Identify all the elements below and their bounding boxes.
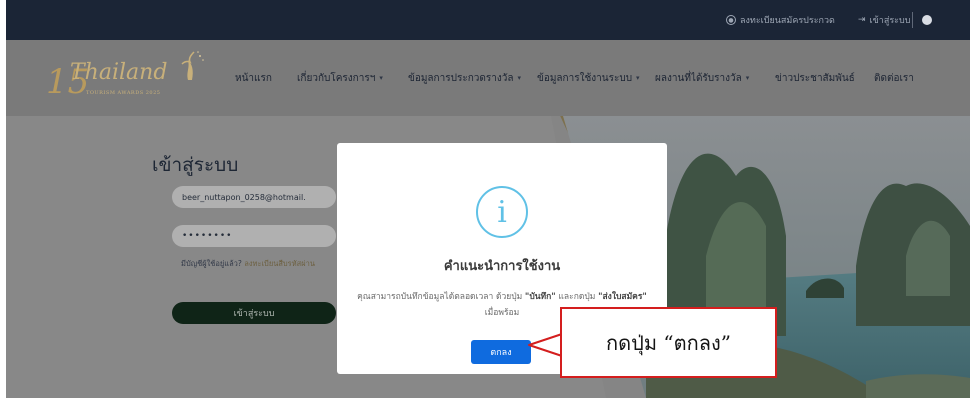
nav-item-award-info[interactable]: ข้อมูลการประกวดรางวัล ▾ — [408, 40, 521, 116]
forgot-password-link[interactable]: ลงทะเบียนสืบรหัสผ่าน — [244, 259, 315, 268]
nav-item-about[interactable]: เกี่ยวกับโครงการฯ ▾ — [297, 40, 383, 116]
nav-item-label: ติดต่อเรา — [874, 72, 914, 84]
app-frame: ● ลงทะเบียนสมัครประกวด ⇥ เข้าสู่ระบบ 15 … — [6, 0, 970, 398]
topbar-divider — [912, 12, 913, 28]
modal-body-text: เมื่อพร้อม — [484, 308, 520, 318]
logo-subtitle: TOURISM AWARDS 2025 — [86, 90, 161, 96]
annotation-callout: กดปุ่ม “ตกลง” — [560, 307, 777, 378]
nav-item-award-winners[interactable]: ผลงานที่ได้รับรางวัล ▾ — [655, 40, 749, 116]
nav-item-contact[interactable]: ติดต่อเรา — [874, 40, 914, 116]
modal-body-send: "ส่งใบสมัคร" — [598, 292, 647, 302]
login-label: เข้าสู่ระบบ — [869, 16, 911, 26]
login-icon: ⇥ — [858, 15, 866, 25]
nav-item-label: ผลงานที่ได้รับรางวัล — [655, 72, 742, 84]
callout-arrow — [528, 333, 563, 357]
register-link[interactable]: ● ลงทะเบียนสมัครประกวด — [726, 0, 835, 40]
register-label: ลงทะเบียนสมัครประกวด — [740, 16, 835, 26]
login-help-text: มีบัญชีผู้ใช้อยู่แล้ว? — [181, 259, 242, 268]
logo-name: Thailand — [70, 60, 168, 85]
top-utility-bar: ● ลงทะเบียนสมัครประกวด ⇥ เข้าสู่ระบบ — [6, 0, 970, 40]
chevron-down-icon: ▾ — [636, 74, 640, 82]
nav-item-label: ข้อมูลการประกวดรางวัล — [408, 72, 514, 84]
facebook-icon[interactable] — [922, 15, 932, 25]
email-field[interactable]: beer_nuttapon_0258@hotmail. — [172, 186, 336, 208]
ok-button[interactable]: ตกลง — [471, 340, 531, 364]
logo-figure-icon — [181, 51, 204, 80]
chevron-down-icon: ▾ — [745, 74, 750, 82]
modal-body-text: และกดปุ่ม — [555, 292, 599, 302]
login-help: มีบัญชีผู้ใช้อยู่แล้ว? ลงทะเบียนสืบรหัสผ… — [178, 258, 318, 269]
password-field[interactable]: •••••••• — [172, 225, 336, 247]
chevron-down-icon: ▾ — [379, 74, 383, 82]
logo[interactable]: 15 Thailand TOURISM AWARDS 2025 — [46, 48, 206, 108]
nav-item-label: หน้าแรก — [235, 72, 272, 84]
nav-item-label: ข้อมูลการใช้งานระบบ — [537, 72, 633, 84]
info-icon: i — [476, 186, 528, 238]
nav-item-home[interactable]: หน้าแรก — [235, 40, 272, 116]
user-icon: ● — [726, 15, 736, 25]
login-title: เข้าสู่ระบบ — [152, 154, 239, 176]
main-navigation: 15 Thailand TOURISM AWARDS 2025 หน้าแรก … — [6, 40, 970, 116]
login-button[interactable]: เข้าสู่ระบบ — [172, 302, 336, 324]
modal-body-text: คุณสามารถบันทึกข้อมูลได้ตลอดเวลา ด้วยปุ่… — [357, 292, 525, 302]
nav-item-system-usage[interactable]: ข้อมูลการใช้งานระบบ ▾ — [537, 40, 640, 116]
nav-item-label: ข่าวประชาสัมพันธ์ — [775, 72, 855, 84]
chevron-down-icon: ▾ — [517, 74, 521, 82]
nav-item-news[interactable]: ข่าวประชาสัมพันธ์ — [775, 40, 855, 116]
modal-title: คำแนะนำการใช้งาน — [443, 259, 561, 274]
nav-item-label: เกี่ยวกับโครงการฯ — [297, 72, 376, 84]
modal-body-save: "บันทึก" — [524, 292, 556, 302]
login-link[interactable]: ⇥ เข้าสู่ระบบ — [858, 0, 910, 40]
